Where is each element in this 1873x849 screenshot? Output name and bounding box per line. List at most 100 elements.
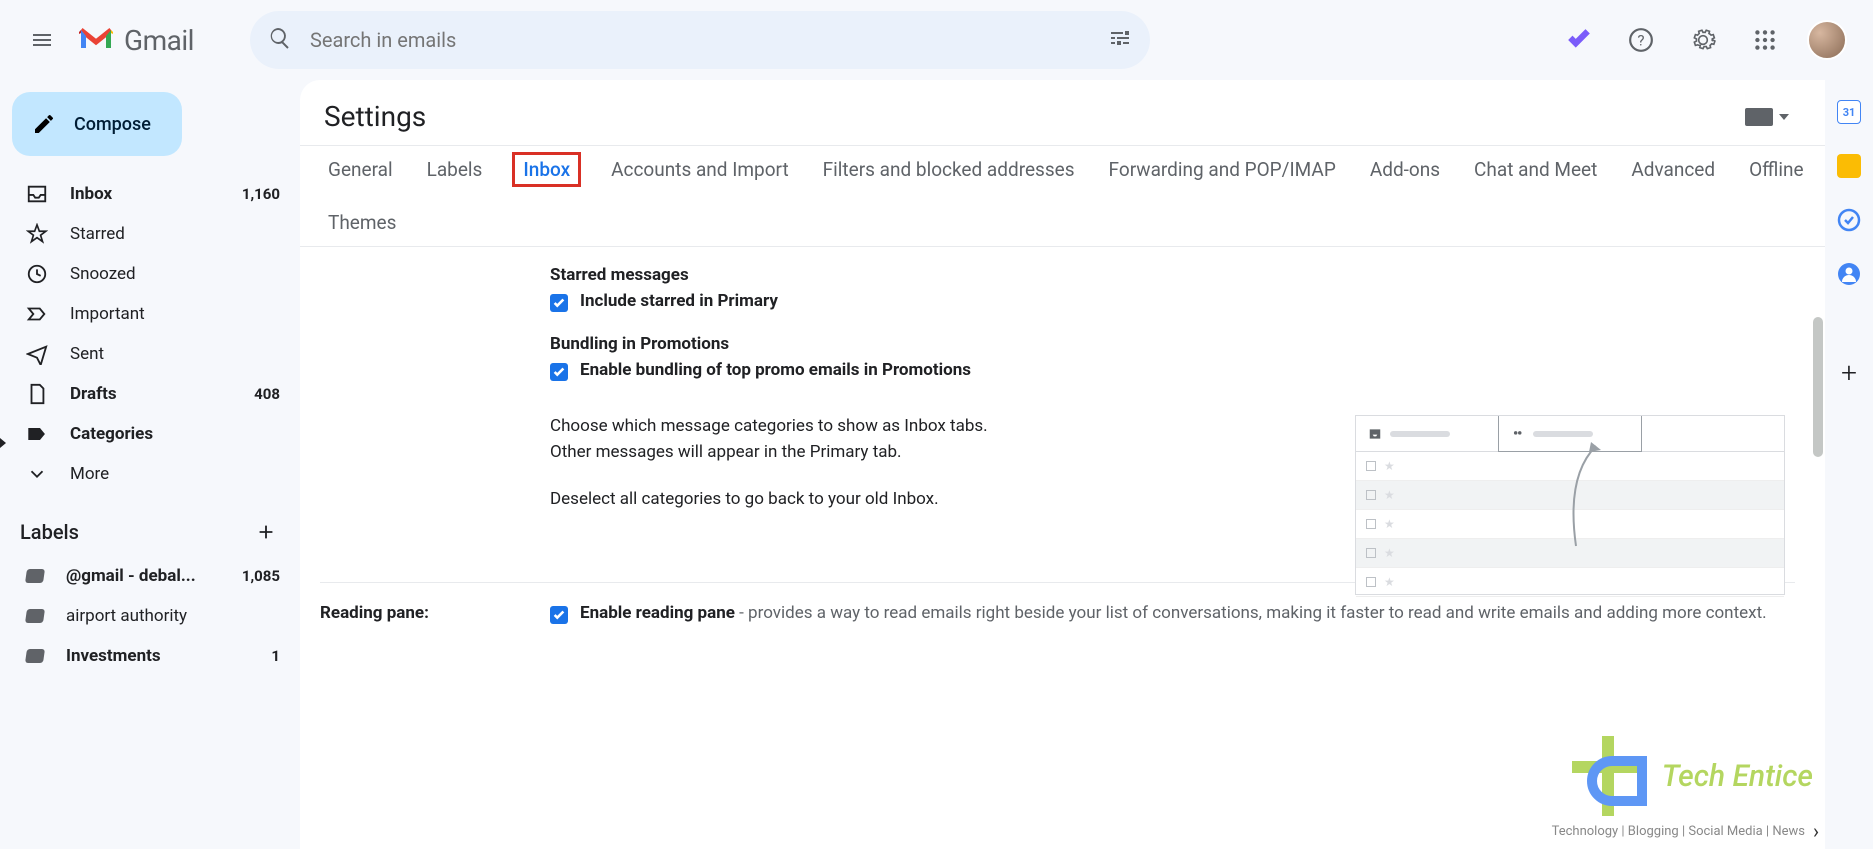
contacts-app-icon[interactable]	[1837, 262, 1861, 286]
nav-label: Starred	[70, 224, 125, 244]
plus-icon	[255, 521, 277, 543]
nav-label: Snoozed	[70, 264, 136, 284]
main-menu-button[interactable]	[18, 16, 66, 64]
tab-accounts[interactable]: Accounts and Import	[607, 152, 793, 187]
status-icon[interactable]	[1559, 20, 1599, 60]
hamburger-icon	[30, 28, 54, 52]
sidebar-item-important[interactable]: Important	[4, 294, 300, 334]
label-text: @gmail - debal...	[66, 566, 196, 586]
tab-forwarding[interactable]: Forwarding and POP/IMAP	[1105, 152, 1340, 187]
sidebar-item-categories[interactable]: Categories	[4, 414, 300, 454]
tasks-app-icon[interactable]	[1837, 208, 1861, 232]
sidebar-item-starred[interactable]: Starred	[4, 214, 300, 254]
categories-expand-icon[interactable]	[0, 438, 6, 448]
labels-section-header: Labels	[4, 494, 300, 556]
file-icon	[26, 383, 48, 405]
label-item[interactable]: @gmail - debal... 1,085	[4, 556, 300, 596]
nav-label: More	[70, 464, 109, 484]
categories-para-1: Choose which message categories to show …	[550, 413, 1030, 466]
apps-button[interactable]	[1745, 20, 1785, 60]
checkmark-badge-icon	[1566, 27, 1592, 53]
footer-text: Technology | Blogging | Social Media | N…	[1552, 824, 1805, 839]
caret-down-icon	[1779, 114, 1789, 120]
nav-label: Categories	[70, 424, 153, 444]
nav-label: Sent	[70, 344, 104, 364]
label-swatch-icon	[25, 649, 45, 663]
sidebar-item-snoozed[interactable]: Snoozed	[4, 254, 300, 294]
add-app-button[interactable]: +	[1841, 356, 1857, 389]
nav-count: 1,160	[242, 185, 280, 203]
search-icon	[268, 26, 292, 54]
tab-labels[interactable]: Labels	[423, 152, 487, 187]
nav-label: Inbox	[70, 184, 112, 204]
tab-general[interactable]: General	[324, 152, 397, 187]
main-content: Settings General Labels Inbox Accounts a…	[300, 80, 1825, 849]
categories-para-2: Deselect all categories to go back to yo…	[550, 486, 1030, 512]
label-icon	[26, 423, 48, 445]
reading-pane-label: Reading pane:	[320, 603, 550, 624]
sidebar-item-more[interactable]: More	[4, 454, 300, 494]
starred-check-label: Include starred in Primary	[580, 291, 778, 311]
label-text: Investments	[66, 646, 161, 666]
send-icon	[26, 343, 48, 365]
gmail-icon	[78, 26, 114, 54]
side-panel: 31 +	[1825, 90, 1873, 389]
sidebar-item-inbox[interactable]: Inbox 1,160	[4, 174, 300, 214]
nav-count: 408	[254, 385, 280, 403]
reading-check-label: Enable reading pane	[580, 603, 735, 623]
gmail-logo[interactable]: Gmail	[78, 24, 194, 57]
label-swatch-icon	[25, 609, 45, 623]
sidebar: Compose Inbox 1,160 Starred Snoozed Impo…	[0, 80, 300, 849]
labels-title: Labels	[20, 520, 79, 544]
nav-label: Important	[70, 304, 145, 324]
label-count: 1,085	[242, 567, 280, 585]
arrow-illustration-icon	[1546, 436, 1606, 556]
tab-offline[interactable]: Offline	[1745, 152, 1807, 187]
label-swatch-icon	[25, 569, 45, 583]
support-button[interactable]: ?	[1621, 20, 1661, 60]
label-text: airport authority	[66, 606, 187, 626]
tab-inbox-highlight: Inbox	[512, 152, 581, 187]
search-input[interactable]	[310, 28, 1090, 52]
svg-text:?: ?	[1637, 31, 1644, 49]
search-options-icon[interactable]	[1108, 26, 1132, 54]
compose-button[interactable]: Compose	[12, 92, 182, 156]
search-bar[interactable]	[250, 11, 1150, 69]
calendar-app-icon[interactable]: 31	[1837, 100, 1861, 124]
settings-tabs: General Labels Inbox Accounts and Import…	[300, 145, 1825, 247]
tab-inbox[interactable]: Inbox	[523, 158, 570, 181]
sidebar-item-drafts[interactable]: Drafts 408	[4, 374, 300, 414]
settings-button[interactable]	[1683, 20, 1723, 60]
label-item[interactable]: airport authority	[4, 596, 300, 636]
gear-icon	[1690, 27, 1716, 53]
app-name: Gmail	[124, 24, 194, 57]
bundling-section-title: Bundling in Promotions	[550, 334, 1795, 354]
keyboard-icon	[1745, 108, 1773, 126]
input-tools-button[interactable]	[1745, 108, 1789, 126]
tab-chat[interactable]: Chat and Meet	[1470, 152, 1601, 187]
pencil-icon	[32, 112, 56, 136]
apps-grid-icon	[1752, 27, 1778, 53]
sidebar-item-sent[interactable]: Sent	[4, 334, 300, 374]
tab-themes[interactable]: Themes	[324, 205, 400, 240]
tab-filters[interactable]: Filters and blocked addresses	[819, 152, 1079, 187]
tab-addons[interactable]: Add-ons	[1366, 152, 1444, 187]
label-count: 1	[271, 647, 280, 665]
inbox-icon	[26, 183, 48, 205]
bundling-check-label: Enable bundling of top promo emails in P…	[580, 360, 971, 380]
footer-tagline: Technology | Blogging | Social Media | N…	[1552, 819, 1819, 843]
label-item[interactable]: Investments 1	[4, 636, 300, 676]
bundling-checkbox[interactable]	[550, 363, 568, 381]
account-avatar[interactable]	[1807, 20, 1847, 60]
keep-app-icon[interactable]	[1837, 154, 1861, 178]
reading-pane-checkbox[interactable]	[550, 606, 568, 624]
reading-desc: - provides a way to read emails right be…	[735, 603, 1767, 623]
starred-primary-checkbox[interactable]	[550, 294, 568, 312]
important-icon	[26, 303, 48, 325]
tab-advanced[interactable]: Advanced	[1627, 152, 1719, 187]
chevron-right-icon[interactable]: ›	[1813, 819, 1819, 843]
star-icon	[26, 223, 48, 245]
add-label-button[interactable]	[252, 518, 280, 546]
scrollbar[interactable]	[1813, 317, 1823, 457]
nav-label: Drafts	[70, 384, 117, 404]
